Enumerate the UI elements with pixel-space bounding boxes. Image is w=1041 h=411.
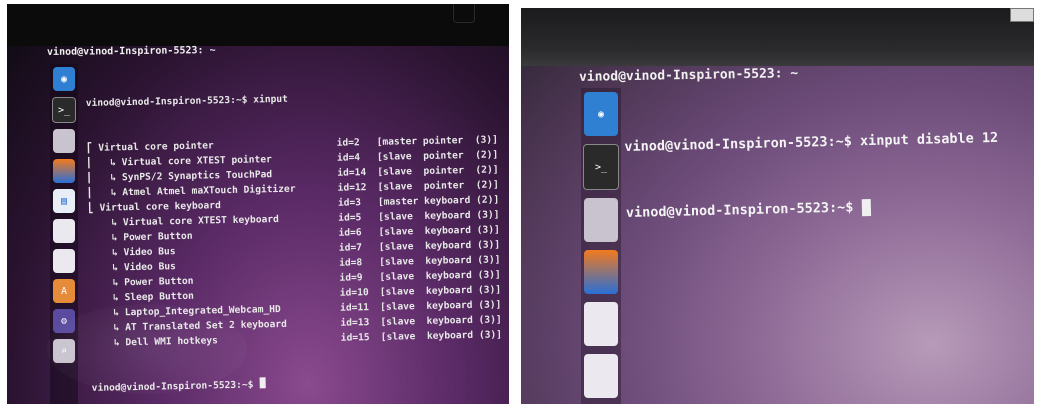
ubuntu-dash-icon[interactable]: ◉ [53, 67, 75, 91]
cursor [861, 198, 871, 216]
device-id: id=2 [336, 137, 360, 149]
device-id: id=4 [336, 152, 361, 164]
screen-bezel [521, 8, 1034, 66]
device-id: id=13 [340, 317, 370, 329]
device-id: id=12 [337, 182, 367, 194]
files-icon[interactable] [53, 129, 75, 153]
terminal-icon[interactable]: >_ [583, 144, 619, 190]
firefox-icon[interactable] [53, 159, 75, 183]
device-id: id=8 [339, 257, 363, 269]
terminal-title: vinod@vinod-Inspiron-5523: ~ [46, 45, 216, 58]
impress-icon[interactable] [53, 249, 75, 273]
files-icon[interactable] [584, 198, 618, 242]
left-photo: vinod@vinod-Inspiron-5523: ~ ◉ >_ ▤ A ⚙ … [7, 4, 509, 404]
command-line: vinod@vinod-Inspiron-5523:~$ xinput [85, 93, 289, 109]
software-center-icon[interactable]: A [53, 279, 75, 303]
device-id: id=7 [338, 242, 363, 254]
device-id: id=11 [340, 302, 370, 314]
firefox-icon[interactable] [584, 250, 618, 294]
writer-icon[interactable]: ▤ [53, 189, 75, 213]
command-line: vinod@vinod-Inspiron-5523:~$ xinput disa… [624, 129, 999, 155]
device-id: id=10 [339, 287, 369, 299]
terminal-output: vinod@vinod-Inspiron-5523:~$ xinput disa… [623, 83, 1001, 268]
device-id: id=14 [337, 167, 367, 179]
device-id: id=6 [338, 227, 362, 239]
cursor [259, 377, 266, 389]
calc-icon[interactable] [584, 354, 618, 398]
screen-bezel [7, 4, 509, 46]
ubuntu-dash-icon[interactable]: ◉ [584, 92, 618, 136]
device-id: id=9 [339, 272, 363, 284]
screen-glare [47, 304, 247, 394]
calc-icon[interactable] [53, 219, 75, 243]
device-id: id=5 [338, 212, 362, 224]
prompt: vinod@vinod-Inspiron-5523:~$ [625, 199, 862, 221]
terminal-title: vinod@vinod-Inspiron-5523: ~ [578, 66, 799, 85]
device-id: id=3 [337, 197, 362, 209]
terminal-icon[interactable]: >_ [52, 97, 76, 123]
corner-mark [1010, 8, 1034, 22]
right-photo: vinod@vinod-Inspiron-5523: ~ ◉ >_ vinod@… [521, 8, 1034, 404]
launcher: ◉ >_ [581, 88, 621, 404]
webcam-notch [453, 4, 475, 23]
writer-icon[interactable] [584, 302, 618, 346]
device-id: id=15 [340, 332, 370, 344]
device-type: [slave keyboard (3)] [380, 329, 503, 343]
